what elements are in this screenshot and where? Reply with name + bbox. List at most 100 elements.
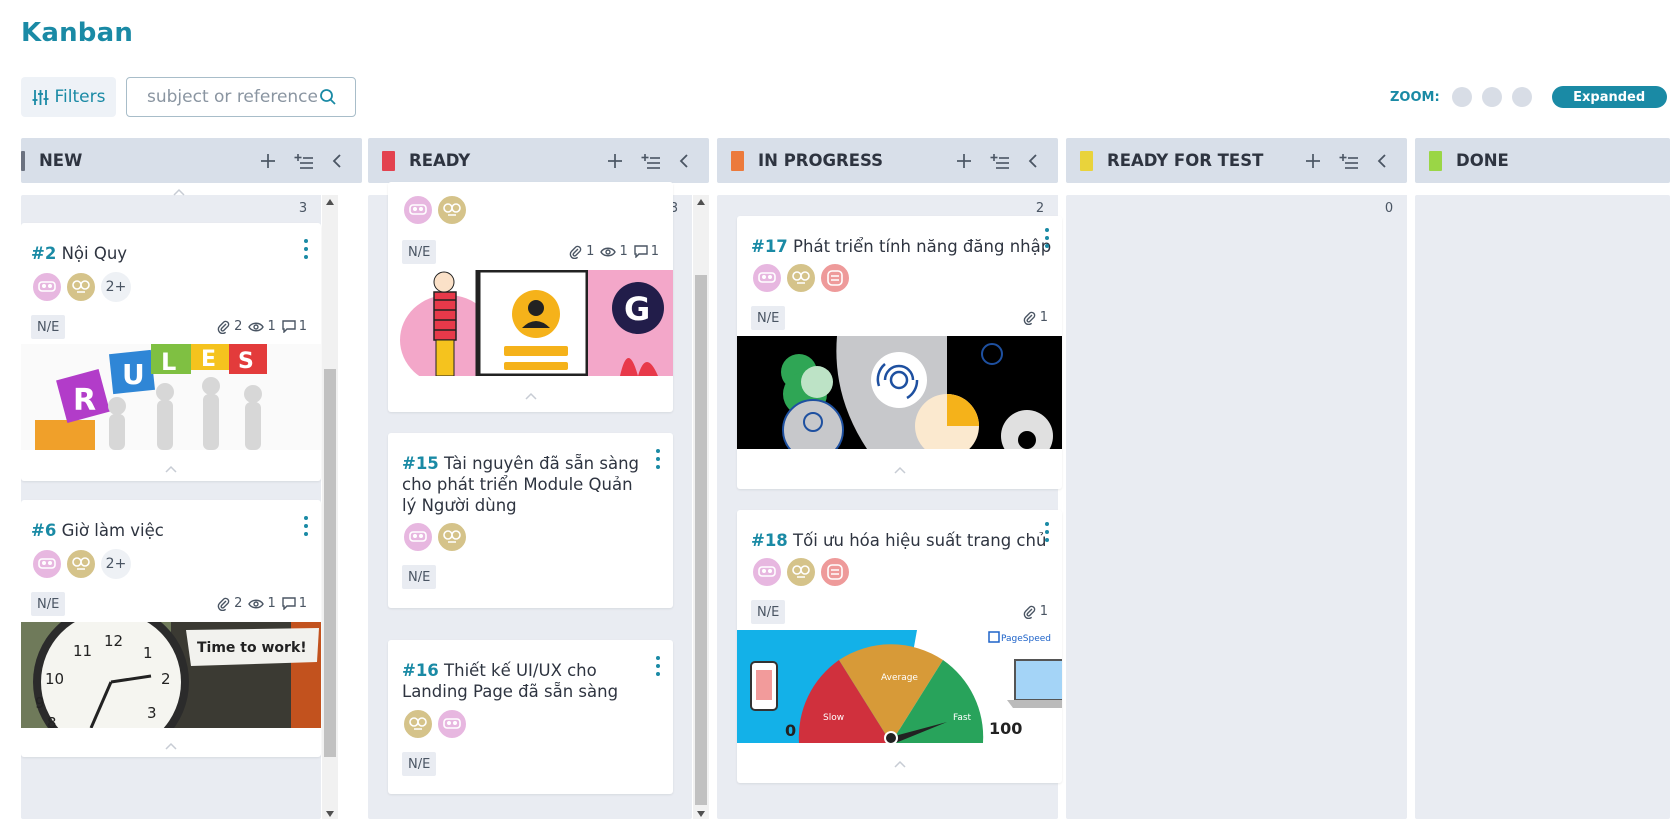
attachment-icon [217,320,230,334]
column-ready: READY 3 N/E 1 1 1 G #15 Tài nguyên đã sẵ… [368,138,709,819]
card-cover-image-clock[interactable]: 11 12 1 2 3 10 9 8 Time to work! [21,622,321,728]
avatar[interactable] [31,271,63,303]
bulk-add-icon[interactable] [1339,153,1359,169]
avatar[interactable] [436,194,468,226]
svg-text:3: 3 [147,704,157,722]
zoom-level-3[interactable] [1511,87,1532,107]
collapse-column-icon[interactable] [1028,153,1038,168]
avatar[interactable] [65,548,97,580]
card-title[interactable]: #16 Thiết kế UI/UX cho Landing Page đã s… [402,660,652,702]
column-color-bar [382,150,395,171]
card-menu-icon[interactable] [303,516,309,536]
add-card-icon[interactable] [1305,153,1321,169]
card-menu-icon[interactable] [1044,228,1050,248]
card-ready-partial[interactable]: N/E 1 1 1 G [388,182,673,412]
avatar[interactable] [402,708,434,740]
avatar[interactable] [402,521,434,553]
card-assignees [402,708,468,740]
collapse-column-icon[interactable] [332,153,342,168]
column-header: IN PROGRESS [717,138,1058,183]
filters-button[interactable]: Filters [21,77,116,117]
collapse-card-icon[interactable] [173,188,185,196]
zoom-level-2[interactable] [1481,87,1502,107]
svg-text:R: R [73,383,96,418]
card-cover-image-pagespeed[interactable]: Slow Average Fast 0 100 PageSpeed [737,630,1062,743]
card-menu-icon[interactable] [655,449,661,469]
add-card-icon[interactable] [607,153,623,169]
column-scrollbar[interactable] [322,195,338,819]
avatar[interactable] [751,556,783,588]
avatar[interactable] [751,262,783,294]
card-title[interactable]: #6 Giờ làm việc [31,520,164,541]
gauge-average-label: Average [881,673,918,683]
card-cover-image-login[interactable]: G [388,270,673,376]
collapse-card-icon[interactable] [524,392,537,400]
avatar[interactable] [436,521,468,553]
card-cover-image-biometric[interactable] [737,336,1062,449]
column-title: READY FOR TEST [1107,151,1264,170]
column-header: NEW [21,138,362,183]
avatar[interactable] [819,262,851,294]
column-color-bar [1429,150,1442,171]
column-in-progress: IN PROGRESS 2 #17 Phát triển tính năng đ… [717,138,1062,819]
card-stats: 1 [1023,310,1048,325]
avatar[interactable] [31,548,63,580]
avatar[interactable] [785,262,817,294]
card-menu-icon[interactable] [303,239,309,259]
kanban-board: NEW 3 #2 Nội Quy 2+ N/E 2 1 1 R U L E S … [21,138,1670,819]
collapse-card-icon[interactable] [893,760,906,768]
svg-text:G: G [624,290,650,328]
card-16[interactable]: #16 Thiết kế UI/UX cho Landing Page đã s… [388,640,673,794]
pagespeed-logo-text: PageSpeed [1001,634,1051,644]
page-title: Kanban [21,18,134,48]
card-6[interactable]: #6 Giờ làm việc 2+ N/E 2 1 1 11 12 1 2 3… [21,500,321,757]
bulk-add-icon[interactable] [641,153,661,169]
card-2[interactable]: #2 Nội Quy 2+ N/E 2 1 1 R U L E S [21,223,321,481]
zoom-level-expanded[interactable]: Expanded [1551,86,1667,108]
card-15[interactable]: #15 Tài nguyên đã sẵn sàng cho phát triể… [388,433,673,608]
card-assignees: 2+ [31,548,131,580]
gauge-fast-label: Fast [953,713,972,723]
status-tag: N/E [402,240,437,264]
more-assignees-badge[interactable]: 2+ [101,549,131,579]
svg-text:L: L [161,348,176,376]
card-17[interactable]: #17 Phát triển tính năng đăng nhập N/E 1 [737,216,1062,489]
card-cover-image-rules[interactable]: R U L E S [21,344,321,450]
svg-text:U: U [122,358,145,391]
card-title[interactable]: #17 Phát triển tính năng đăng nhập [751,236,1051,257]
zoom-label: ZOOM: [1390,89,1440,105]
column-header: READY FOR TEST [1066,138,1407,183]
avatar[interactable] [65,271,97,303]
column-count: 0 [1371,195,1407,221]
card-menu-icon[interactable] [1044,522,1050,542]
more-assignees-badge[interactable]: 2+ [101,272,131,302]
add-card-icon[interactable] [260,153,276,169]
card-title[interactable]: #18 Tối ưu hóa hiệu suất trang chủ [751,530,1046,551]
status-tag: N/E [402,565,437,589]
card-title[interactable]: #2 Nội Quy [31,243,127,264]
collapse-column-icon[interactable] [679,153,689,168]
card-title[interactable]: #15 Tài nguyên đã sẵn sàng cho phát triể… [402,453,652,516]
collapse-card-icon[interactable] [893,466,906,474]
scrollbar-thumb[interactable] [324,369,336,757]
bulk-add-icon[interactable] [294,153,314,169]
collapse-card-icon[interactable] [165,742,177,750]
collapse-card-icon[interactable] [165,465,177,473]
collapse-column-icon[interactable] [1377,153,1387,168]
bulk-add-icon[interactable] [990,153,1010,169]
card-menu-icon[interactable] [655,656,661,676]
attachment-icon [1023,311,1035,325]
avatar[interactable] [436,708,468,740]
add-card-icon[interactable] [956,153,972,169]
card-18[interactable]: #18 Tối ưu hóa hiệu suất trang chủ N/E 1 [737,510,1062,783]
search-input[interactable] [147,87,317,107]
avatar[interactable] [819,556,851,588]
column-scrollbar[interactable] [693,195,709,819]
avatar[interactable] [402,194,434,226]
card-assignees [751,262,851,294]
zoom-level-1[interactable] [1451,87,1472,107]
scrollbar-thumb[interactable] [695,275,707,805]
search-icon[interactable] [319,88,337,106]
avatar[interactable] [785,556,817,588]
column-title: DONE [1456,151,1509,170]
